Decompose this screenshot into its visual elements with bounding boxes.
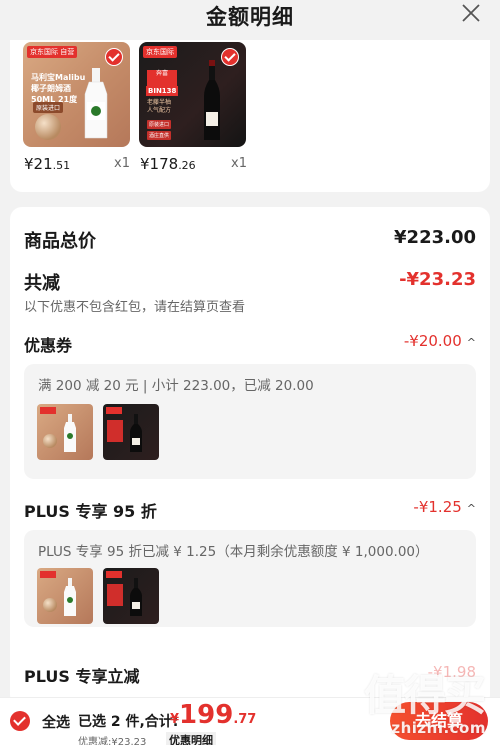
coupon-detail-text: 满 200 减 20 元 | 小计 223.00，已减 20.00 (38, 378, 314, 394)
selected-count: 已选 2 件,合计: (78, 714, 179, 730)
plus-instant-row[interactable]: PLUS 专享立减 -¥1.98 (24, 663, 476, 686)
selected-check-icon[interactable] (221, 48, 239, 66)
bottle-image (84, 68, 108, 139)
coupon-label: 优惠券 (24, 336, 73, 355)
reduce-note: 以下优惠不包含红包，请在结算页查看 (24, 300, 246, 315)
bottle-image (64, 578, 76, 616)
coupon-detail-panel: 满 200 减 20 元 | 小计 223.00，已减 20.00 (24, 364, 476, 479)
product-quantity: x1 (114, 156, 130, 171)
plus95-detail-text: PLUS 专享 95 折已减 ¥ 1.25（本月剩余优惠额度 ¥ 1,000.0… (38, 544, 429, 560)
modal-header: 金额明细 (0, 0, 500, 40)
plus-product-thumb-penfolds (103, 568, 159, 624)
plus-product-thumb-malibu (37, 568, 93, 624)
product-thumbnail-penfolds[interactable]: 京东国际 奔富 BIN138 老藤半柚 人气配方 原装进口 酒庄直供 (139, 42, 246, 147)
reduce-row: 共减 -¥23.23 (24, 269, 476, 294)
plus-instant-value: -¥1.98 (427, 663, 476, 681)
page-title: 金额明细 (206, 5, 294, 29)
badge: 原装进口 (147, 120, 172, 129)
checkout-bar: 全选 已选 2 件,合计: ¥199.77 优惠减:¥23.23 优惠明细 去结… (0, 697, 500, 745)
bin-label: BIN138 (146, 86, 179, 96)
badge: 酒庄直供 (147, 131, 172, 140)
product-price: ¥178.26 (140, 155, 196, 173)
select-all-label[interactable]: 全选 (42, 712, 70, 732)
product-sub-text: 老藤半柚 人气配方 (147, 99, 172, 114)
plus-instant-label: PLUS 专享立减 (24, 667, 140, 686)
product-thumbnail-malibu[interactable]: 京东国际 自营 马利宝Malibu 椰子朗姆酒 50ML 21度 原装进口 (23, 42, 130, 147)
plus95-row[interactable]: PLUS 专享 95 折 -¥1.25 ^ (24, 498, 476, 521)
wine-bottle-image (204, 60, 220, 140)
wine-bottle-image (130, 414, 142, 452)
total-price-label: 商品总价 (24, 231, 96, 252)
bottle-image (64, 414, 76, 452)
product-list-card: 京东国际 自营 马利宝Malibu 椰子朗姆酒 50ML 21度 原装进口 京东… (10, 40, 490, 192)
reduce-label: 共减 (24, 273, 60, 294)
decor-ball (35, 114, 61, 140)
selected-check-icon[interactable] (105, 48, 123, 66)
close-icon[interactable] (460, 2, 482, 24)
store-tag: 京东国际 自营 (27, 46, 78, 58)
discount-detail-link[interactable]: 优惠明细 (166, 732, 216, 745)
checkout-button[interactable]: 去结算 (390, 702, 488, 740)
product-quantity: x1 (231, 156, 247, 171)
total-price-value: ¥223.00 (394, 227, 476, 248)
coupon-value: -¥20.00 ^ (403, 332, 476, 350)
product-price: ¥21.51 (24, 155, 71, 173)
select-all-check-icon[interactable] (10, 711, 30, 731)
amount-summary-card: 商品总价 ¥223.00 共减 -¥23.23 以下优惠不包含红包，请在结算页查… (10, 207, 490, 707)
discount-summary: 优惠减:¥23.23 (78, 737, 147, 745)
reduce-value: -¥23.23 (399, 269, 476, 290)
product-badges: 原装进口 酒庄直供 (147, 120, 172, 142)
plus95-label: PLUS 专享 95 折 (24, 502, 157, 521)
brand-label: 奔富 (147, 70, 177, 86)
coupon-product-thumb-penfolds (103, 404, 159, 460)
coupon-product-thumb-malibu (37, 404, 93, 460)
product-promo-badge: 原装进口 (33, 102, 64, 113)
total-amount: ¥199.77 (170, 700, 257, 730)
store-tag: 京东国际 (143, 46, 177, 58)
total-price-row: 商品总价 ¥223.00 (24, 227, 476, 252)
plus95-value: -¥1.25 ^ (413, 498, 476, 516)
plus95-detail-panel: PLUS 专享 95 折已减 ¥ 1.25（本月剩余优惠额度 ¥ 1,000.0… (24, 530, 476, 627)
chevron-up-icon[interactable]: ^ (467, 336, 476, 349)
coupon-row[interactable]: 优惠券 -¥20.00 ^ (24, 332, 476, 355)
product-promo-text: 马利宝Malibu 椰子朗姆酒 50ML 21度 (31, 73, 86, 104)
chevron-up-icon[interactable]: ^ (467, 502, 476, 515)
wine-bottle-image (130, 578, 142, 616)
